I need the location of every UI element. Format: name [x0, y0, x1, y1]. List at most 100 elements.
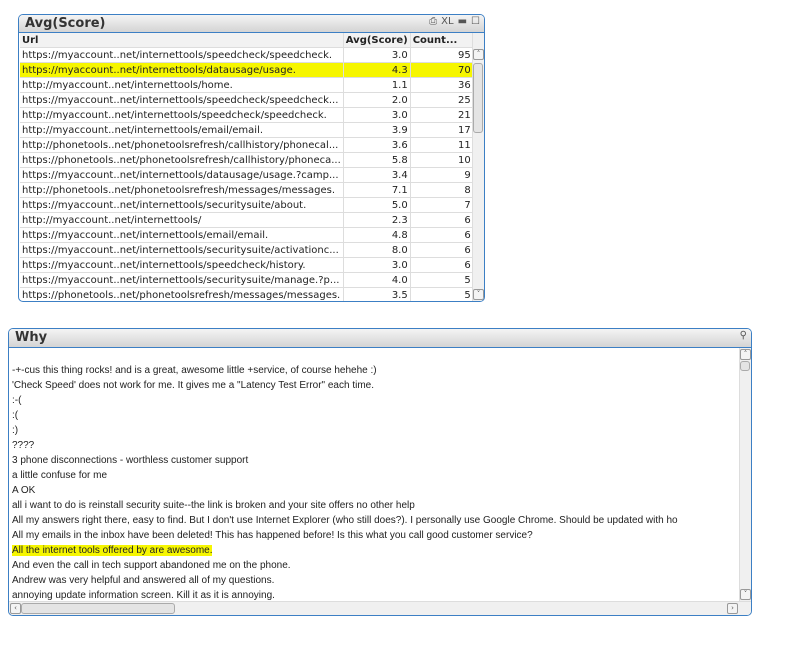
- count-cell[interactable]: 70: [410, 62, 474, 78]
- avg-score-cell[interactable]: 7.1: [343, 182, 411, 198]
- avg-score-cell[interactable]: 5.8: [343, 152, 411, 168]
- avg-score-cell[interactable]: 5.0: [343, 197, 411, 213]
- avg-score-cell[interactable]: 2.0: [343, 92, 411, 108]
- count-cell[interactable]: 25: [410, 92, 474, 108]
- count-cell[interactable]: 6: [410, 257, 474, 273]
- table-row[interactable]: https://myaccount..net/internettools/ema…: [20, 227, 474, 243]
- url-cell[interactable]: https://myaccount..net/internettools/spe…: [20, 257, 344, 273]
- scroll-left-button[interactable]: ‹: [10, 603, 21, 614]
- why-list-item[interactable]: 3 phone disconnections - worthless custo…: [12, 453, 678, 468]
- count-cell[interactable]: 17: [410, 122, 474, 138]
- url-cell[interactable]: https://myaccount..net/internettools/sec…: [20, 197, 344, 213]
- avg-score-cell[interactable]: 3.6: [343, 137, 411, 153]
- scroll-up-button[interactable]: ˄: [473, 49, 484, 60]
- table-row[interactable]: http://myaccount..net/internettools/emai…: [20, 122, 474, 138]
- avg-score-cell[interactable]: 3.9: [343, 122, 411, 138]
- url-cell[interactable]: http://myaccount..net/internettools/emai…: [20, 122, 344, 138]
- why-list-item[interactable]: :-(: [12, 393, 678, 408]
- scroll-thumb[interactable]: [473, 63, 483, 133]
- avg-score-cell[interactable]: 8.0: [343, 242, 411, 258]
- column-header-avg-score[interactable]: Avg(Score): [343, 33, 411, 48]
- search-icon[interactable]: ⚲: [740, 330, 747, 341]
- why-list-item[interactable]: :(: [12, 408, 678, 423]
- avg-score-cell[interactable]: 4.8: [343, 227, 411, 243]
- count-cell[interactable]: 9: [410, 167, 474, 183]
- why-list-item[interactable]: all i want to do is reinstall security s…: [12, 498, 678, 513]
- avg-score-cell[interactable]: 4.0: [343, 272, 411, 288]
- table-row[interactable]: https://myaccount..net/internettools/dat…: [20, 167, 474, 183]
- url-cell[interactable]: https://myaccount..net/internettools/sec…: [20, 242, 344, 258]
- why-list-item[interactable]: All my emails in the inbox have been del…: [12, 528, 678, 543]
- horizontal-scroll-thumb[interactable]: [21, 603, 175, 614]
- scroll-up-button[interactable]: ˄: [740, 349, 751, 360]
- url-cell[interactable]: https://myaccount..net/internettools/spe…: [20, 47, 344, 63]
- count-cell[interactable]: 6: [410, 227, 474, 243]
- count-cell[interactable]: 10: [410, 152, 474, 168]
- maximize-icon[interactable]: ☐: [471, 16, 480, 27]
- table-vertical-scrollbar[interactable]: ˄ ˅: [472, 33, 484, 301]
- table-row[interactable]: https://myaccount..net/internettools/spe…: [20, 257, 474, 273]
- url-cell[interactable]: http://myaccount..net/internettools/home…: [20, 77, 344, 93]
- why-list-item[interactable]: And even the call in tech support abando…: [12, 558, 678, 573]
- table-row[interactable]: http://myaccount..net/internettools/home…: [20, 77, 474, 93]
- avg-score-cell[interactable]: 1.1: [343, 77, 411, 93]
- url-cell[interactable]: https://myaccount..net/internettools/ema…: [20, 227, 344, 243]
- table-row[interactable]: https://myaccount..net/internettools/dat…: [20, 62, 474, 78]
- count-cell[interactable]: 36: [410, 77, 474, 93]
- table-row[interactable]: https://myaccount..net/internettools/sec…: [20, 242, 474, 258]
- count-cell[interactable]: 5: [410, 287, 474, 301]
- avg-score-cell[interactable]: 3.5: [343, 287, 411, 301]
- count-cell[interactable]: 7: [410, 197, 474, 213]
- url-cell[interactable]: http://myaccount..net/internettools/: [20, 212, 344, 228]
- url-cell[interactable]: http://myaccount..net/internettools/spee…: [20, 107, 344, 123]
- table-row[interactable]: http://phonetools..net/phonetoolsrefresh…: [20, 137, 474, 153]
- table-row[interactable]: https://phonetools..net/phonetoolsrefres…: [20, 152, 474, 168]
- table-row[interactable]: http://phonetools..net/phonetoolsrefresh…: [20, 182, 474, 198]
- url-cell[interactable]: http://phonetools..net/phonetoolsrefresh…: [20, 182, 344, 198]
- why-list-item[interactable]: All the internet tools offered by are aw…: [12, 543, 678, 558]
- scroll-down-button[interactable]: ˅: [473, 289, 484, 300]
- why-list-item[interactable]: 'Check Speed' does not work for me. It g…: [12, 378, 678, 393]
- avg-score-cell[interactable]: 3.0: [343, 257, 411, 273]
- avg-score-cell[interactable]: 4.3: [343, 62, 411, 78]
- why-list-item[interactable]: All my answers right there, easy to find…: [12, 513, 678, 528]
- avg-score-cell[interactable]: 3.0: [343, 47, 411, 63]
- count-cell[interactable]: 6: [410, 212, 474, 228]
- print-icon[interactable]: ⎙: [429, 16, 437, 27]
- why-list-item[interactable]: :): [12, 423, 678, 438]
- table-row[interactable]: http://myaccount..net/internettools/2.3 6: [20, 212, 474, 228]
- url-cell[interactable]: https://myaccount..net/internettools/dat…: [20, 62, 344, 78]
- url-cell[interactable]: http://phonetools..net/phonetoolsrefresh…: [20, 137, 344, 153]
- minimize-icon[interactable]: ▬: [458, 16, 467, 27]
- url-cell[interactable]: https://myaccount..net/internettools/sec…: [20, 272, 344, 288]
- why-list-item[interactable]: a little confuse for me: [12, 468, 678, 483]
- table-row[interactable]: https://myaccount..net/internettools/sec…: [20, 272, 474, 288]
- why-list-item[interactable]: ????: [12, 438, 678, 453]
- url-cell[interactable]: https://myaccount..net/internettools/dat…: [20, 167, 344, 183]
- count-cell[interactable]: 11: [410, 137, 474, 153]
- table-row[interactable]: https://phonetools..net/phonetoolsrefres…: [20, 287, 474, 301]
- count-cell[interactable]: 6: [410, 242, 474, 258]
- column-header-url[interactable]: Url: [20, 33, 344, 48]
- why-list-item[interactable]: Andrew was very helpful and answered all…: [12, 573, 678, 588]
- why-horizontal-scrollbar[interactable]: ‹ ›: [9, 601, 751, 615]
- count-cell[interactable]: 8: [410, 182, 474, 198]
- table-row[interactable]: http://myaccount..net/internettools/spee…: [20, 107, 474, 123]
- why-vertical-scrollbar[interactable]: ˄ ˅: [739, 348, 751, 601]
- why-list-item[interactable]: -+-cus this thing rocks! and is a great,…: [12, 363, 678, 378]
- count-cell[interactable]: 5: [410, 272, 474, 288]
- avg-score-cell[interactable]: 3.4: [343, 167, 411, 183]
- table-row[interactable]: https://myaccount..net/internettools/spe…: [20, 92, 474, 108]
- column-header-count[interactable]: Count...: [410, 33, 474, 48]
- scroll-right-button[interactable]: ›: [727, 603, 738, 614]
- scroll-down-button[interactable]: ˅: [740, 589, 751, 600]
- xl-export-icon[interactable]: XL: [441, 16, 453, 27]
- table-row[interactable]: https://myaccount..net/internettools/sec…: [20, 197, 474, 213]
- why-list-item[interactable]: [12, 348, 678, 363]
- avg-score-cell[interactable]: 3.0: [343, 107, 411, 123]
- avg-score-cell[interactable]: 2.3: [343, 212, 411, 228]
- count-cell[interactable]: 21: [410, 107, 474, 123]
- scroll-thumb[interactable]: [740, 361, 750, 371]
- url-cell[interactable]: https://phonetools..net/phonetoolsrefres…: [20, 287, 344, 301]
- url-cell[interactable]: https://myaccount..net/internettools/spe…: [20, 92, 344, 108]
